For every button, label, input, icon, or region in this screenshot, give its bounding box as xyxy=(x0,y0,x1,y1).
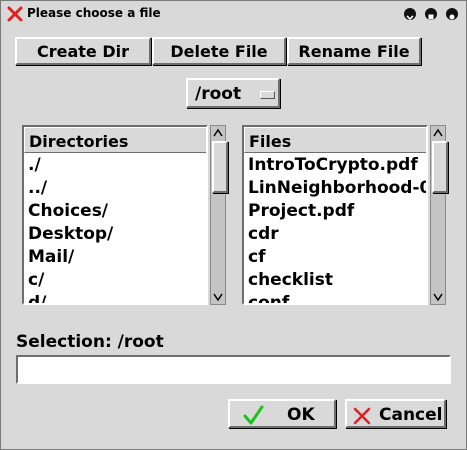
cancel-button-label: Cancel xyxy=(379,405,443,425)
file-item[interactable]: LinNeighborhood-0 xyxy=(244,177,426,200)
directories-list-body: ./ ../ Choices/ Desktop/ Mail/ c/ d/ xyxy=(24,154,206,303)
file-item[interactable]: Project.pdf xyxy=(244,200,426,223)
ok-button[interactable]: OK xyxy=(228,399,336,428)
scroll-down-icon[interactable] xyxy=(212,291,224,303)
path-dropdown-value: /root xyxy=(195,84,242,104)
directory-item[interactable]: ../ xyxy=(24,177,206,200)
create-dir-button[interactable]: Create Dir xyxy=(15,37,151,65)
rename-file-button[interactable]: Rename File xyxy=(287,37,421,65)
path-dropdown[interactable]: /root xyxy=(186,78,280,108)
files-list-body: IntroToCrypto.pdf LinNeighborhood-0 Proj… xyxy=(244,154,426,303)
selection-input[interactable] xyxy=(16,355,451,384)
checkmark-icon xyxy=(243,405,264,425)
dropdown-indicator-icon xyxy=(260,91,275,99)
app-x-icon xyxy=(7,6,23,22)
delete-file-button[interactable]: Delete File xyxy=(152,37,286,65)
file-item[interactable]: cdr xyxy=(244,223,426,246)
file-item[interactable]: checklist xyxy=(244,269,426,292)
close-icon[interactable] xyxy=(446,8,458,20)
window-title: Please choose a file xyxy=(27,6,161,20)
files-header: Files xyxy=(244,127,426,153)
scroll-up-icon[interactable] xyxy=(212,127,224,139)
files-scrollbar[interactable] xyxy=(430,125,448,305)
directory-item[interactable]: Choices/ xyxy=(24,200,206,223)
cancel-button[interactable]: Cancel xyxy=(345,399,446,428)
directory-item[interactable]: ./ xyxy=(24,154,206,177)
maximize-icon[interactable] xyxy=(425,8,437,20)
directory-item[interactable]: Mail/ xyxy=(24,246,206,269)
scroll-up-icon[interactable] xyxy=(432,127,444,139)
directory-item[interactable]: Desktop/ xyxy=(24,223,206,246)
ok-button-label: OK xyxy=(287,405,315,425)
directories-scrollbar[interactable] xyxy=(210,125,228,305)
scrollbar-thumb[interactable] xyxy=(432,141,448,193)
file-item[interactable]: conf xyxy=(244,292,426,303)
directory-item[interactable]: c/ xyxy=(24,269,206,292)
directories-header: Directories xyxy=(24,127,206,153)
files-list[interactable]: Files IntroToCrypto.pdf LinNeighborhood-… xyxy=(242,125,428,305)
file-item[interactable]: cf xyxy=(244,246,426,269)
selection-label: Selection: /root xyxy=(16,332,164,352)
scrollbar-thumb[interactable] xyxy=(212,141,228,193)
scroll-down-icon[interactable] xyxy=(432,291,444,303)
cancel-x-icon xyxy=(353,407,371,425)
directory-item[interactable]: d/ xyxy=(24,292,206,303)
file-item[interactable]: IntroToCrypto.pdf xyxy=(244,154,426,177)
minimize-icon[interactable] xyxy=(404,8,416,21)
directories-list[interactable]: Directories ./ ../ Choices/ Desktop/ Mai… xyxy=(22,125,208,305)
